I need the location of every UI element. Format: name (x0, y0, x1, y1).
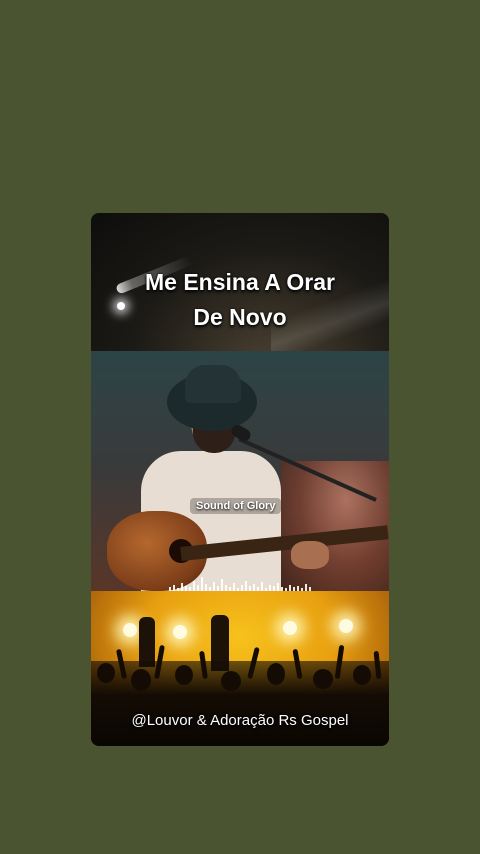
crowd-head (267, 663, 285, 685)
video-card[interactable]: Me Ensina A Orar De Novo Sound of Glory (91, 213, 389, 746)
crowd-head (175, 665, 193, 685)
singer-hand (291, 541, 329, 569)
stage-light (339, 619, 353, 633)
hat-crown (185, 365, 241, 403)
title-line-1: Me Ensina A Orar (144, 269, 336, 295)
title-line-2: De Novo (193, 304, 287, 330)
crowd-head (131, 669, 151, 691)
stage-light (173, 625, 187, 639)
sound-of-glory-watermark: Sound of Glory (190, 498, 282, 514)
worship-crowd-image: @Louvor & Adoração Rs Gospel (91, 591, 389, 746)
singer-image: Sound of Glory (91, 351, 389, 591)
video-title: Me Ensina A Orar De Novo (91, 265, 389, 335)
stage-light (123, 623, 137, 637)
stage-light (283, 621, 297, 635)
channel-handle: @Louvor & Adoração Rs Gospel (131, 712, 349, 729)
crowd-head (353, 665, 371, 685)
crowd-head (313, 669, 333, 689)
audio-waveform (169, 573, 319, 591)
performer-silhouette (139, 617, 155, 667)
concert-image-top: Me Ensina A Orar De Novo (91, 213, 389, 351)
crowd-head (97, 663, 115, 683)
crowd-head (221, 671, 241, 691)
